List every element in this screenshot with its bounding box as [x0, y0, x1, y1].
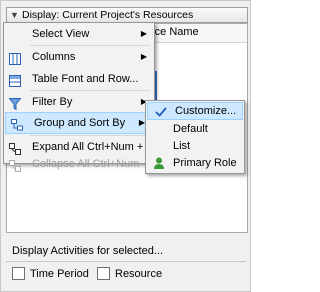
submenu-item-customize[interactable]: Customize...: [147, 102, 243, 120]
divider: [6, 261, 246, 262]
person-icon: [153, 157, 165, 169]
display-activities-panel: Display Activities for selected... Time …: [6, 239, 246, 285]
menu-item-label: Filter By: [32, 96, 73, 108]
table-font-icon: [9, 73, 21, 87]
menu-item-label: Collapse All Ctrl+Num -: [32, 158, 147, 170]
expand-all-icon: [9, 141, 21, 155]
filter-icon: [8, 96, 22, 111]
columns-icon: [9, 51, 21, 65]
submenu-arrow-icon: ▶: [140, 29, 147, 38]
submenu-item-label: List: [173, 140, 191, 152]
chevron-down-icon[interactable]: ▼: [10, 8, 19, 22]
submenu-arrow-icon: ▶: [140, 52, 147, 61]
menu-item-select-view[interactable]: Select View ▶: [4, 23, 154, 45]
menu-item-group-and-sort-by[interactable]: Group and Sort By ▶: [5, 112, 153, 134]
column-header-resource-name[interactable]: rce Name: [151, 26, 199, 38]
menu-item-table-font-row[interactable]: Table Font and Row...: [4, 68, 154, 90]
submenu-item-default[interactable]: Default: [146, 120, 244, 138]
collapse-all-icon: [9, 158, 21, 172]
display-activities-label: Display Activities for selected...: [12, 245, 164, 257]
checkmark-icon: [155, 106, 167, 118]
panel-header-title: Display: Current Project's Resources: [22, 9, 194, 21]
panel-header[interactable]: ▼ Display: Current Project's Resources: [6, 7, 248, 23]
menu-item-columns[interactable]: Columns ▶: [4, 46, 154, 68]
submenu-item-list[interactable]: List: [146, 137, 244, 155]
group-sort-icon: [11, 118, 23, 131]
menu-item-label: Select View: [32, 28, 90, 40]
menu-item-collapse-all[interactable]: Collapse All Ctrl+Num -: [4, 153, 154, 172]
group-sort-submenu: Customize... Default List Primary Role: [145, 100, 245, 174]
resource-checkbox[interactable]: Resource: [97, 267, 162, 280]
menu-item-label: Columns: [32, 51, 76, 63]
submenu-item-label: Default: [173, 123, 208, 135]
menu-item-filter-by[interactable]: Filter By ▶: [4, 91, 154, 113]
resource-label: Resource: [115, 267, 163, 280]
menu-item-label: Table Font and Row...: [32, 73, 139, 85]
menu-item-label: Group and Sort By: [34, 117, 126, 129]
context-menu: Select View ▶ Columns ▶ Table Font and R…: [3, 22, 155, 172]
submenu-item-label: Primary Role: [173, 157, 237, 169]
submenu-item-primary-role[interactable]: Primary Role: [146, 154, 244, 172]
time-period-checkbox[interactable]: Time Period: [12, 267, 89, 280]
time-period-label: Time Period: [30, 267, 89, 280]
checkbox-box[interactable]: [12, 267, 25, 280]
checkbox-box[interactable]: [97, 267, 110, 280]
submenu-item-label: Customize...: [175, 105, 237, 117]
